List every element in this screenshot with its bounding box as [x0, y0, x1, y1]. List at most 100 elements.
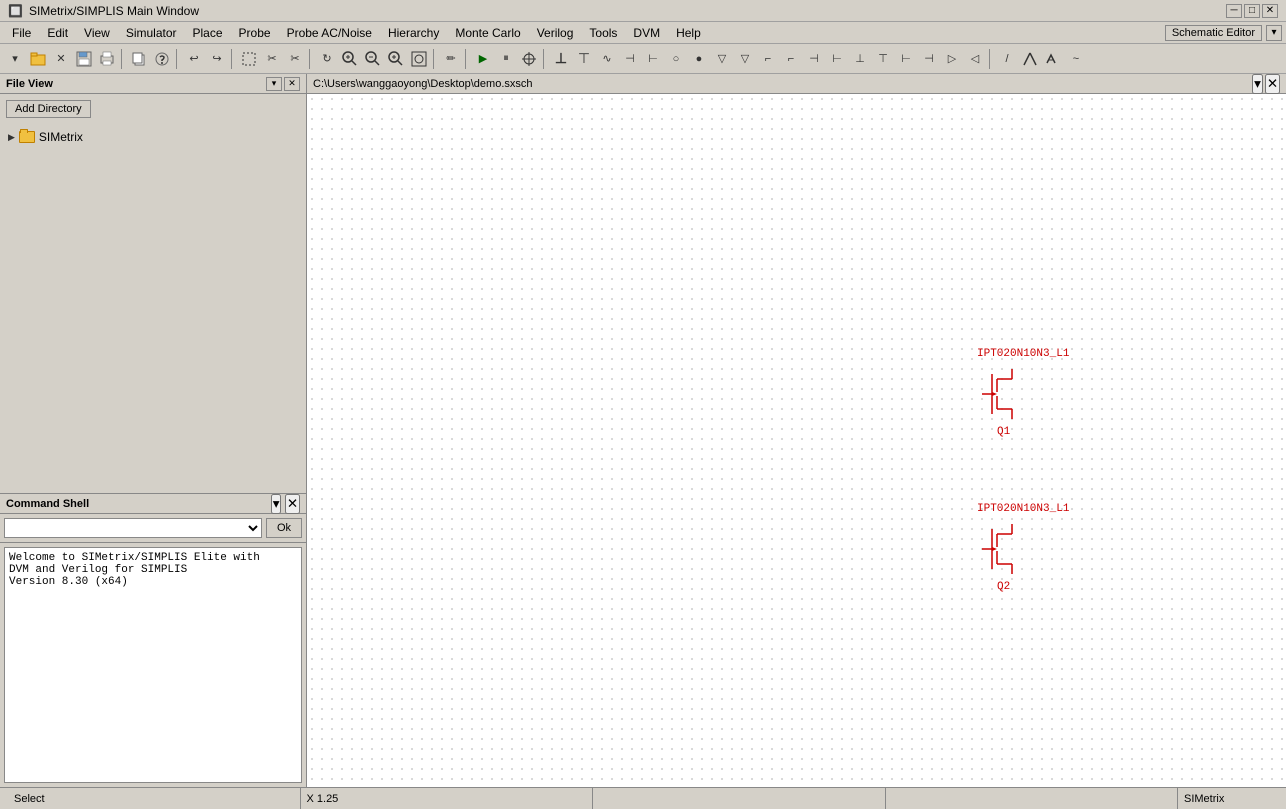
tb-diode-down[interactable]: ▽ — [711, 48, 733, 70]
file-view-close-btn[interactable]: ✕ — [284, 77, 300, 91]
tree-item-label: SIMetrix — [39, 130, 83, 144]
tb-line[interactable]: / — [996, 48, 1018, 70]
file-view-panel: File View ▾ ✕ Add Directory ▶ SIMetrix — [0, 74, 306, 494]
tb-run[interactable]: ▶ — [472, 48, 494, 70]
toolbar: ▾ ✕ ↩ ↪ ✂ ✂ ↻ ✏ ▶ ⏸ ⊥ ⊤ ∿ ⊣ — [0, 44, 1286, 74]
cmd-shell-title: Command Shell — [6, 498, 271, 510]
tb-zoom-in[interactable] — [385, 48, 407, 70]
tb-cut[interactable]: ✂ — [261, 48, 283, 70]
menu-probe[interactable]: Probe — [231, 24, 279, 42]
menu-verilog[interactable]: Verilog — [529, 24, 582, 42]
tb-undo[interactable]: ↩ — [183, 48, 205, 70]
tb-vcc[interactable]: ⊤ — [573, 48, 595, 70]
window-controls: ─ □ ✕ — [1226, 4, 1278, 18]
tb-cut2[interactable]: ✂ — [284, 48, 306, 70]
tb-separator-7 — [543, 49, 547, 69]
tb-redo[interactable]: ↪ — [206, 48, 228, 70]
cmd-output: Welcome to SIMetrix/SIMPLIS Elite with D… — [4, 547, 302, 783]
tb-zoom-fit[interactable] — [408, 48, 430, 70]
minimize-button[interactable]: ─ — [1226, 4, 1242, 18]
q1-ref-label: Q1 — [997, 426, 1010, 438]
tb-buf1[interactable]: ⊣ — [803, 48, 825, 70]
tb-probe-i[interactable] — [1042, 48, 1064, 70]
cmd-shell-close-btn[interactable]: ✕ — [285, 494, 300, 514]
folder-icon — [19, 131, 35, 143]
tb-dot1[interactable]: ○ — [665, 48, 687, 70]
tb-dot2[interactable]: ● — [688, 48, 710, 70]
tb-tri2[interactable]: ◁ — [964, 48, 986, 70]
tb-close[interactable]: ✕ — [50, 48, 72, 70]
menu-edit[interactable]: Edit — [39, 24, 76, 42]
status-mode: Select — [8, 788, 301, 809]
menu-dvm[interactable]: DVM — [625, 24, 668, 42]
status-bar: Select X 1.25 SIMetrix — [0, 787, 1286, 809]
schematic-editor-arrow[interactable]: ▾ — [1266, 25, 1282, 41]
tb-rotate[interactable]: ↻ — [316, 48, 338, 70]
menu-probe-ac[interactable]: Probe AC/Noise — [279, 24, 380, 42]
tb-pen[interactable]: ✏ — [440, 48, 462, 70]
tb-gnd[interactable]: ⊥ — [550, 48, 572, 70]
menu-help[interactable]: Help — [668, 24, 709, 42]
cmd-shell-minimize-btn[interactable]: ▾ — [271, 494, 282, 514]
tb-new-dropdown[interactable]: ▾ — [4, 48, 26, 70]
tb-open[interactable] — [27, 48, 49, 70]
tb-nand2[interactable]: ⌐ — [780, 48, 802, 70]
menu-hierarchy[interactable]: Hierarchy — [380, 24, 447, 42]
file-view-header: File View ▾ ✕ — [0, 74, 306, 94]
menu-monte-carlo[interactable]: Monte Carlo — [447, 24, 528, 42]
status-brand: SIMetrix — [1178, 788, 1278, 809]
schematic-path: C:\Users\wanggaoyong\Desktop\demo.sxsch — [313, 78, 1252, 90]
menu-tools[interactable]: Tools — [581, 24, 625, 42]
tb-buf2[interactable]: ⊢ — [826, 48, 848, 70]
schematic-editor-area: C:\Users\wanggaoyong\Desktop\demo.sxsch … — [307, 74, 1286, 787]
file-tree: ▶ SIMetrix — [0, 124, 306, 493]
schematic-editor-label: Schematic Editor — [1165, 25, 1262, 41]
close-button[interactable]: ✕ — [1262, 4, 1278, 18]
tb-save[interactable] — [73, 48, 95, 70]
status-mode-text: Select — [14, 793, 45, 805]
tb-probe-v[interactable] — [1019, 48, 1041, 70]
tb-pause[interactable]: ⏸ — [495, 48, 517, 70]
title-bar: 🔲 SIMetrix/SIMPLIS Main Window ─ □ ✕ — [0, 0, 1286, 22]
tb-nand1[interactable]: ⌐ — [757, 48, 779, 70]
main-content: File View ▾ ✕ Add Directory ▶ SIMetrix — [0, 74, 1286, 787]
tree-item-simetrix[interactable]: ▶ SIMetrix — [4, 128, 302, 146]
tb-arrow2[interactable]: ⊣ — [918, 48, 940, 70]
tb-wire-ac[interactable]: ∿ — [596, 48, 618, 70]
cmd-ok-button[interactable]: Ok — [266, 518, 302, 538]
schematic-header: C:\Users\wanggaoyong\Desktop\demo.sxsch … — [307, 74, 1286, 94]
tb-tri1[interactable]: ▷ — [941, 48, 963, 70]
tb-wave[interactable]: ~ — [1065, 48, 1087, 70]
tb-conn-left[interactable]: ⊣ — [619, 48, 641, 70]
tb-conn-right[interactable]: ⊢ — [642, 48, 664, 70]
tb-zoom-out[interactable] — [362, 48, 384, 70]
file-view-title: File View — [6, 78, 266, 90]
menu-place[interactable]: Place — [185, 24, 231, 42]
tb-copy[interactable] — [128, 48, 150, 70]
schematic-close-btn[interactable]: ✕ — [1265, 74, 1280, 94]
menu-simulator[interactable]: Simulator — [118, 24, 185, 42]
schematic-canvas[interactable]: IPT020N10N3_L1 — [307, 94, 1286, 787]
tb-arrow1[interactable]: ⊢ — [895, 48, 917, 70]
status-coord-text: X 1.25 — [307, 793, 339, 805]
app-title: SIMetrix/SIMPLIS Main Window — [29, 4, 199, 18]
tb-crosshair[interactable] — [518, 48, 540, 70]
tb-print[interactable] — [96, 48, 118, 70]
add-directory-button[interactable]: Add Directory — [6, 100, 91, 118]
schematic-minimize-btn[interactable]: ▾ — [1252, 74, 1263, 94]
tb-bus1[interactable]: ⊥ — [849, 48, 871, 70]
cmd-input-combo[interactable] — [4, 518, 262, 538]
tb-properties[interactable] — [151, 48, 173, 70]
file-view-toolbar: Add Directory — [0, 94, 306, 124]
maximize-button[interactable]: □ — [1244, 4, 1260, 18]
tb-zoom-area[interactable] — [339, 48, 361, 70]
status-empty2 — [886, 788, 1179, 809]
tb-select-region[interactable] — [238, 48, 260, 70]
file-view-controls: ▾ ✕ — [266, 77, 300, 91]
tb-bus2[interactable]: ⊤ — [872, 48, 894, 70]
q2-model-label: IPT020N10N3_L1 — [977, 503, 1069, 515]
menu-file[interactable]: File — [4, 24, 39, 42]
file-view-minimize-btn[interactable]: ▾ — [266, 77, 282, 91]
tb-diode-up[interactable]: ▽ — [734, 48, 756, 70]
menu-view[interactable]: View — [76, 24, 118, 42]
